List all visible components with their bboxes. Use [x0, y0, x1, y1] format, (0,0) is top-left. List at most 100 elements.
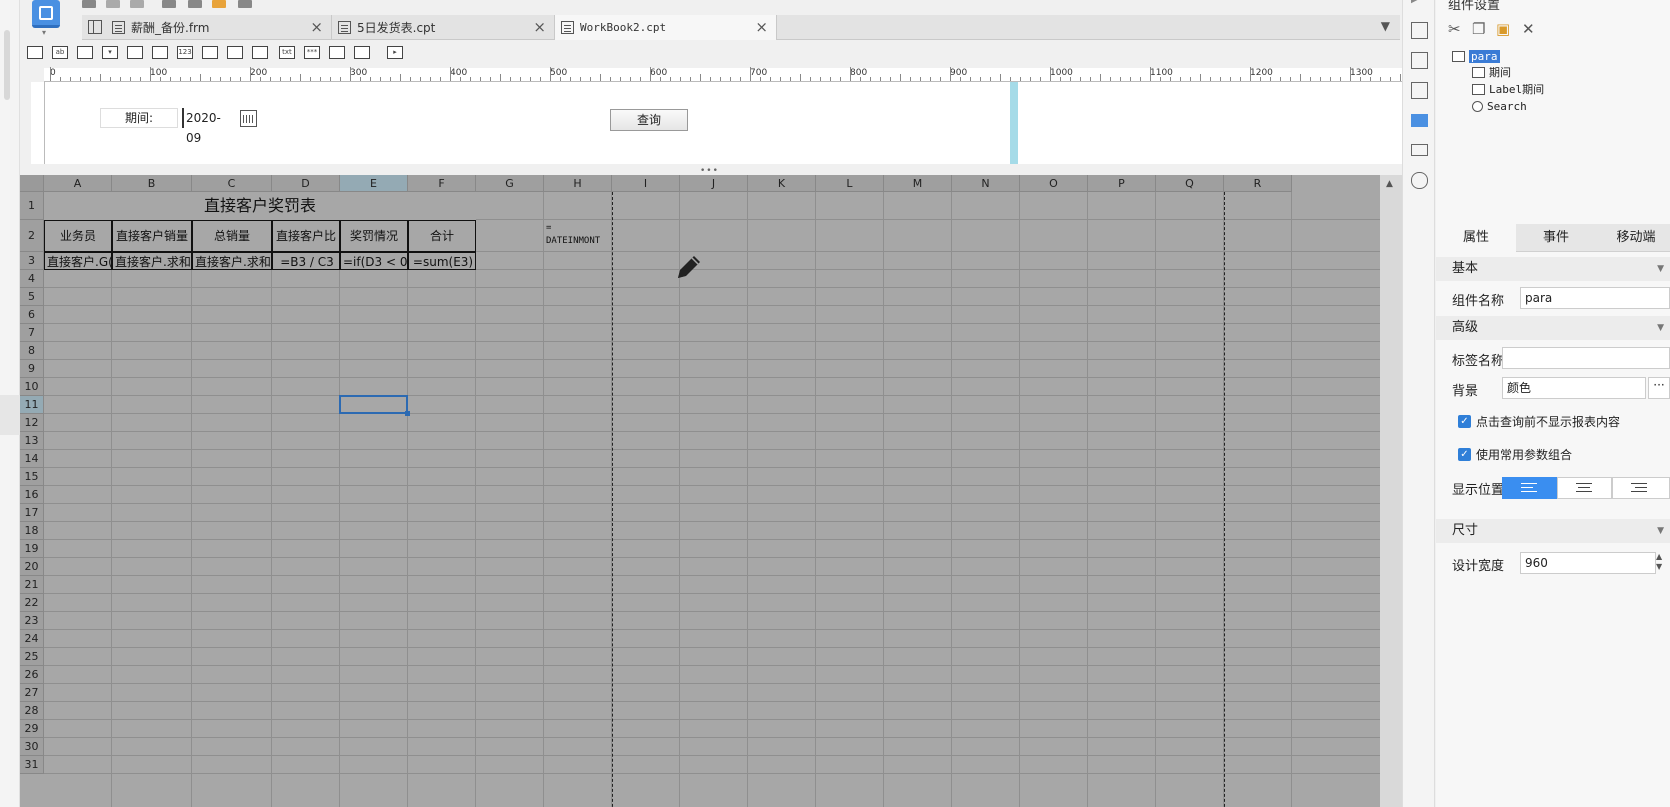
- report-title-cell[interactable]: 直接客户奖罚表: [44, 192, 476, 220]
- row-header-9[interactable]: 9: [20, 360, 44, 378]
- tree-node-para[interactable]: para: [1452, 48, 1500, 64]
- row-header-24[interactable]: 24: [20, 630, 44, 648]
- tree-combo-icon[interactable]: [354, 46, 370, 59]
- selected-cell-e11[interactable]: [339, 395, 410, 416]
- align-center-button[interactable]: [1557, 477, 1612, 499]
- close-icon[interactable]: ×: [533, 18, 546, 36]
- copy-icon[interactable]: [188, 0, 202, 8]
- app-menu-icon[interactable]: [32, 0, 60, 28]
- formula-cell-h2-line2[interactable]: DATEINMONT: [546, 235, 600, 248]
- data-cell[interactable]: 直接客户.求和(: [192, 252, 272, 270]
- row-header-7[interactable]: 7: [20, 324, 44, 342]
- column-header-m[interactable]: M: [884, 175, 952, 192]
- header-cell[interactable]: 业务员: [44, 220, 112, 252]
- copy-icon[interactable]: ❐: [1472, 20, 1485, 38]
- row-header-8[interactable]: 8: [20, 342, 44, 360]
- column-header-i[interactable]: I: [612, 175, 680, 192]
- row-header-19[interactable]: 19: [20, 540, 44, 558]
- collapse-icon[interactable]: ▶: [1411, 0, 1428, 11]
- label-widget-icon[interactable]: [27, 46, 43, 59]
- password-widget-icon[interactable]: ***: [304, 46, 320, 59]
- frame-icon[interactable]: [1411, 82, 1428, 99]
- row-header-15[interactable]: 15: [20, 468, 44, 486]
- row-header-27[interactable]: 27: [20, 684, 44, 702]
- section-size[interactable]: 尺寸 ▼: [1436, 519, 1670, 543]
- column-header-h[interactable]: H: [544, 175, 612, 192]
- row-header-17[interactable]: 17: [20, 504, 44, 522]
- row-header-4[interactable]: 4: [20, 270, 44, 288]
- chevron-down-icon[interactable]: ▼: [1657, 316, 1664, 340]
- column-header-d[interactable]: D: [272, 175, 340, 192]
- column-header-j[interactable]: J: [680, 175, 748, 192]
- column-header-k[interactable]: K: [748, 175, 816, 192]
- cut-icon[interactable]: ✂: [1448, 20, 1461, 38]
- row-header-14[interactable]: 14: [20, 450, 44, 468]
- save-icon[interactable]: [82, 0, 96, 8]
- textarea-widget-icon[interactable]: [202, 46, 218, 59]
- tab-mobile[interactable]: 移动端: [1596, 224, 1670, 252]
- header-cell[interactable]: 总销量: [192, 220, 272, 252]
- tab-properties[interactable]: 属性: [1436, 224, 1516, 252]
- close-icon[interactable]: ×: [755, 18, 768, 36]
- tab-salary-backup[interactable]: 薪酬_备份.frm ×: [106, 15, 332, 40]
- calendar-icon[interactable]: [240, 110, 257, 127]
- chevron-down-icon[interactable]: ▼: [1657, 257, 1664, 281]
- width-stepper[interactable]: ▲ ▼: [1656, 552, 1668, 574]
- row-header-2[interactable]: 2: [20, 220, 44, 252]
- column-header-g[interactable]: G: [476, 175, 544, 192]
- checkbox-group-icon[interactable]: [252, 46, 268, 59]
- column-header-a[interactable]: A: [44, 175, 112, 192]
- row-header-16[interactable]: 16: [20, 486, 44, 504]
- scroll-up-icon[interactable]: ▲: [1386, 179, 1393, 189]
- dropdown-widget-icon[interactable]: ▾: [102, 46, 118, 59]
- layout-icon[interactable]: [1411, 22, 1428, 39]
- close-icon[interactable]: ×: [310, 18, 323, 36]
- radio-group-icon[interactable]: [227, 46, 243, 59]
- row-header-5[interactable]: 5: [20, 288, 44, 306]
- column-header-n[interactable]: N: [952, 175, 1020, 192]
- section-basic[interactable]: 基本 ▼: [1436, 257, 1670, 281]
- tree-node-label-period[interactable]: Label期间: [1472, 81, 1544, 97]
- column-header-l[interactable]: L: [816, 175, 884, 192]
- cut-icon[interactable]: [162, 0, 176, 8]
- more-options-icon[interactable]: ···: [1648, 377, 1670, 399]
- row-header-3[interactable]: 3: [20, 252, 44, 270]
- tab-list-menu-icon[interactable]: ▼: [1381, 19, 1390, 33]
- report-sheet[interactable]: A B C D E F G H I J K L M N O P Q R 1 2 3 4 5 6 7 8 9 10 11 12 13 14 15 1…: [20, 175, 1400, 807]
- column-header-q[interactable]: Q: [1156, 175, 1224, 192]
- chevron-down-icon[interactable]: ▼: [1657, 519, 1664, 543]
- background-input[interactable]: 颜色: [1502, 377, 1646, 399]
- header-cell[interactable]: 直接客户销量: [112, 220, 192, 252]
- undo-icon[interactable]: [106, 0, 120, 8]
- tree-node-period[interactable]: 期间: [1472, 64, 1511, 80]
- widget-settings-icon[interactable]: [1411, 114, 1428, 127]
- header-cell[interactable]: 合计: [408, 220, 476, 252]
- row-header-6[interactable]: 6: [20, 306, 44, 324]
- align-right-button[interactable]: [1612, 477, 1670, 499]
- link-icon[interactable]: [1411, 172, 1428, 189]
- row-header-13[interactable]: 13: [20, 432, 44, 450]
- widget-name-input[interactable]: para: [1520, 287, 1670, 309]
- row-header-28[interactable]: 28: [20, 702, 44, 720]
- tab-workbook2[interactable]: WorkBook2.cpt ×: [555, 15, 777, 40]
- left-scrollbar[interactable]: [4, 30, 10, 100]
- text-field-icon[interactable]: txt: [279, 46, 295, 59]
- query-button[interactable]: 查询: [610, 109, 688, 131]
- properties-icon[interactable]: [1411, 144, 1428, 156]
- row-header-21[interactable]: 21: [20, 576, 44, 594]
- column-header-r[interactable]: R: [1224, 175, 1292, 192]
- delete-icon[interactable]: [238, 0, 252, 8]
- column-header-b[interactable]: B: [112, 175, 192, 192]
- tab-5day-shipment[interactable]: 5日发货表.cpt ×: [332, 15, 555, 40]
- align-left-button[interactable]: [1502, 477, 1557, 499]
- sheet-corner[interactable]: [20, 175, 44, 192]
- redo-icon[interactable]: [130, 0, 144, 8]
- text-widget-icon[interactable]: ab: [52, 46, 68, 59]
- row-header-25[interactable]: 25: [20, 648, 44, 666]
- row-header-11[interactable]: 11: [20, 396, 44, 414]
- hide-before-query-checkbox[interactable]: ✓ 点击查询前不显示报表内容: [1458, 413, 1620, 430]
- data-cell[interactable]: =B3 / C3: [272, 252, 340, 270]
- button-widget-icon[interactable]: [77, 46, 93, 59]
- row-header-26[interactable]: 26: [20, 666, 44, 684]
- column-header-f[interactable]: F: [408, 175, 476, 192]
